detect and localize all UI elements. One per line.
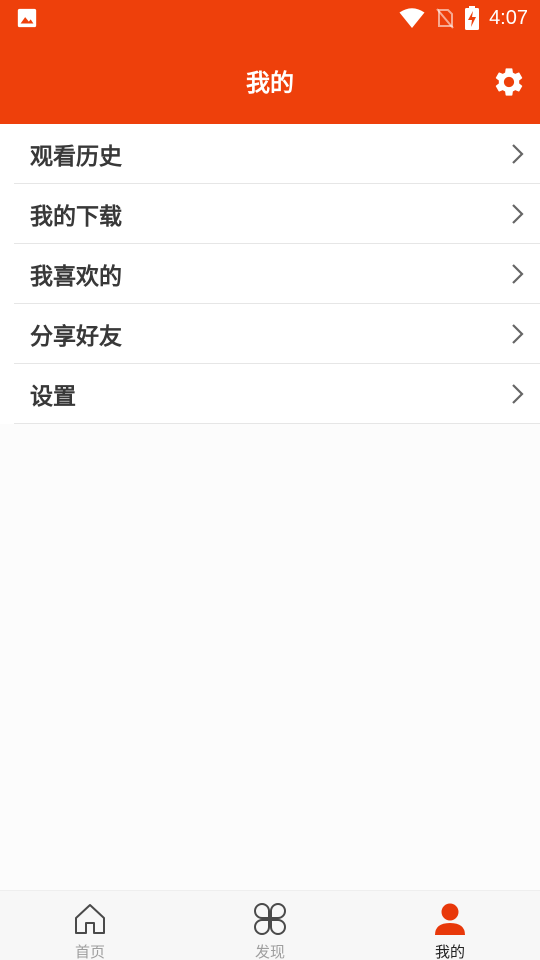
chevron-right-icon (512, 384, 524, 404)
menu-item-share[interactable]: 分享好友 (14, 304, 540, 364)
menu-item-label: 我的下载 (30, 203, 122, 230)
nav-label: 首页 (74, 943, 105, 960)
nav-label: 我的 (434, 943, 465, 960)
gear-icon[interactable] (492, 65, 526, 99)
wifi-icon (399, 8, 425, 28)
menu-item-history[interactable]: 观看历史 (14, 124, 540, 184)
menu-item-label: 观看历史 (30, 143, 122, 170)
chevron-right-icon (512, 324, 524, 344)
chevron-right-icon (512, 144, 524, 164)
menu-list: 观看历史 我的下载 我喜欢的 分享好友 设置 (0, 124, 540, 424)
nav-item-mine[interactable]: 我的 (360, 891, 540, 960)
app-bar: 我的 (0, 36, 540, 124)
nav-label: 发现 (254, 943, 285, 960)
bottom-nav: 首页 发现 我的 (0, 890, 540, 960)
person-icon (435, 903, 465, 935)
clock: 4:07 (489, 6, 528, 29)
menu-item-label: 我喜欢的 (30, 263, 122, 290)
battery-charging-icon (465, 6, 480, 30)
menu-item-label: 分享好友 (30, 323, 122, 350)
nav-item-home[interactable]: 首页 (0, 891, 180, 960)
nav-item-discover[interactable]: 发现 (180, 891, 360, 960)
menu-item-downloads[interactable]: 我的下载 (14, 184, 540, 244)
discover-icon (254, 903, 286, 935)
no-sim-icon (436, 8, 454, 29)
menu-item-favorites[interactable]: 我喜欢的 (14, 244, 540, 304)
chevron-right-icon (512, 204, 524, 224)
chevron-right-icon (512, 264, 524, 284)
menu-item-settings[interactable]: 设置 (14, 364, 540, 424)
menu-item-label: 设置 (30, 383, 76, 410)
home-icon (75, 904, 105, 934)
app-root: 4:07 我的 观看历史 我的下载 我喜欢的 分享好友 设置 首页 发现 我的 (0, 0, 540, 960)
image-icon (17, 8, 37, 28)
page-title: 我的 (246, 68, 294, 97)
